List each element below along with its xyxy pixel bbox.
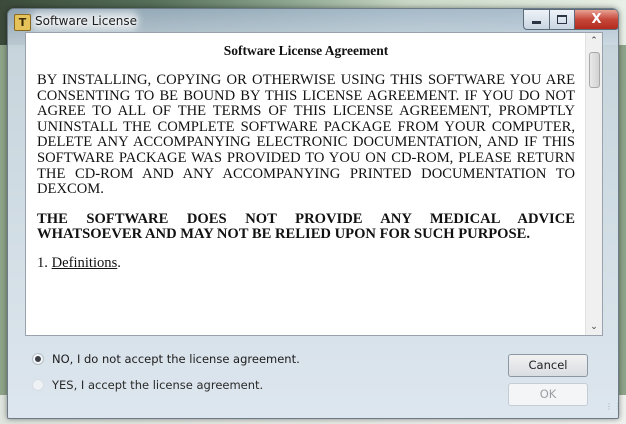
close-icon: X bbox=[591, 12, 602, 27]
scroll-down-arrow-icon[interactable]: ⌄ bbox=[586, 319, 602, 335]
cancel-button[interactable]: Cancel bbox=[508, 354, 588, 377]
window-title: Software License bbox=[35, 14, 137, 28]
license-paragraph-2: THE SOFTWARE DOES NOT PROVIDE ANY MEDICA… bbox=[37, 210, 575, 243]
section-number: 1. bbox=[37, 254, 48, 271]
license-text-box[interactable]: Software License Agreement BY INSTALLING… bbox=[25, 32, 603, 336]
maximize-button[interactable] bbox=[550, 9, 575, 30]
decline-option[interactable]: NO, I do not accept the license agreemen… bbox=[32, 352, 300, 366]
resize-grip-icon[interactable]: ⋮⋮ bbox=[605, 403, 618, 415]
scroll-thumb[interactable] bbox=[589, 52, 600, 88]
section-end: . bbox=[117, 254, 121, 271]
license-heading: Software License Agreement bbox=[223, 43, 389, 58]
caption-buttons: X bbox=[523, 9, 618, 30]
scroll-up-arrow-icon[interactable]: ⌃ bbox=[586, 33, 602, 49]
decline-label: NO, I do not accept the license agreemen… bbox=[52, 352, 300, 366]
vertical-scrollbar[interactable]: ⌃ ⌄ bbox=[585, 33, 602, 335]
accept-label: YES, I accept the license agreement. bbox=[52, 378, 264, 392]
accept-radio[interactable] bbox=[32, 379, 44, 391]
software-license-dialog: T Software License X Software License Ag… bbox=[7, 8, 619, 419]
minimize-button[interactable] bbox=[523, 9, 550, 30]
decline-radio[interactable] bbox=[32, 353, 44, 365]
minimize-icon bbox=[532, 21, 541, 24]
license-section-definitions: 1. Definitions. bbox=[37, 255, 575, 272]
maximize-icon bbox=[557, 15, 567, 24]
close-button[interactable]: X bbox=[575, 9, 618, 30]
license-text: Software License Agreement BY INSTALLING… bbox=[26, 33, 586, 335]
section-title: Definitions bbox=[51, 254, 118, 271]
license-paragraph-1: BY INSTALLING, COPYING OR OTHERWISE USIN… bbox=[37, 72, 575, 198]
accept-option[interactable]: YES, I accept the license agreement. bbox=[32, 378, 263, 392]
ok-button[interactable]: OK bbox=[508, 383, 588, 406]
app-icon: T bbox=[14, 14, 31, 31]
